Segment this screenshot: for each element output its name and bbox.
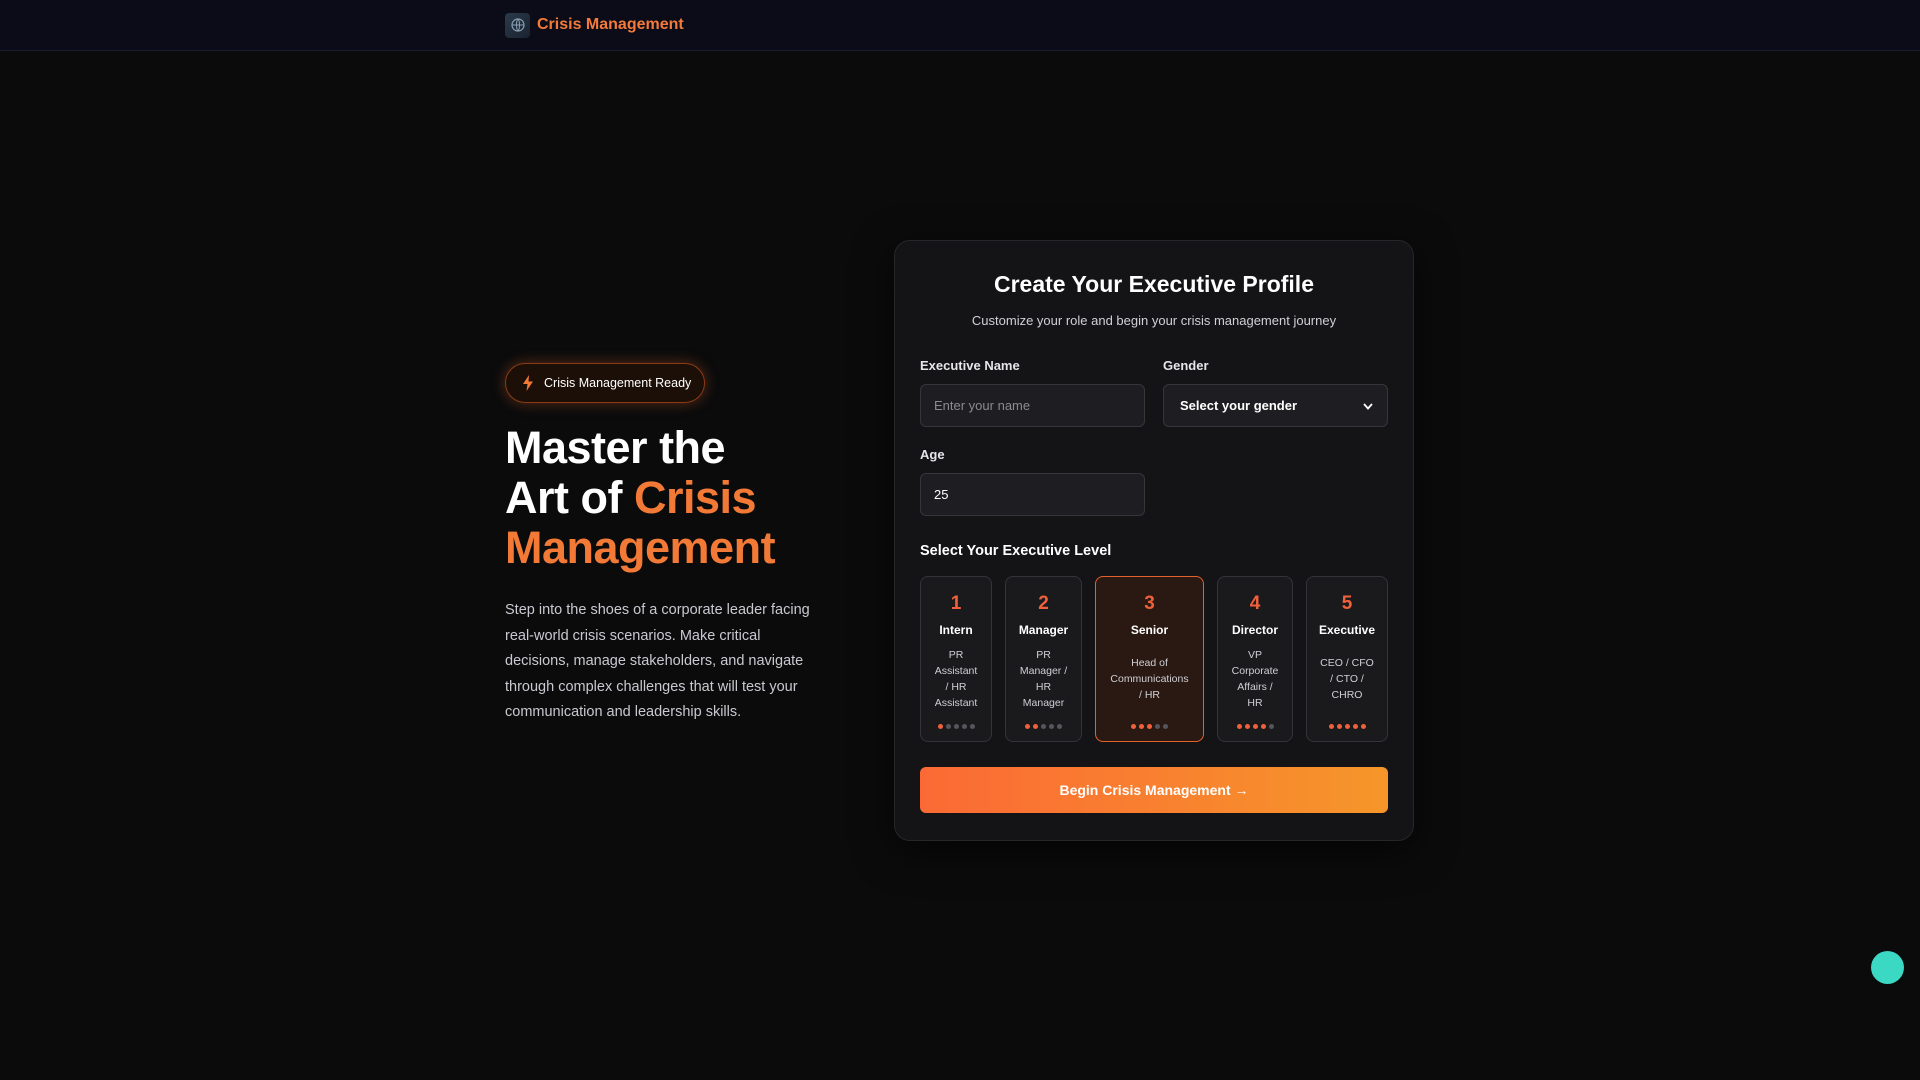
level-dot-empty	[961, 724, 967, 729]
level-dot-empty	[953, 724, 959, 729]
headline-line-1: Master the	[505, 422, 726, 473]
headline-accent-management: Management	[505, 522, 776, 573]
level-dot-filled	[1352, 724, 1358, 729]
level-name: Director	[1231, 623, 1278, 637]
role-line: Corporate	[1231, 665, 1279, 677]
level-dot-filled	[1260, 724, 1266, 729]
page-headline: Master the Art of Crisis Management	[505, 423, 825, 573]
role-line: Assistant	[934, 665, 978, 677]
level-dot-empty	[969, 724, 975, 729]
name-input[interactable]: Enter your name	[920, 384, 1145, 427]
role-line: / HR	[1139, 689, 1160, 701]
level-dot-filled	[1236, 724, 1242, 729]
level-dot-filled	[1131, 724, 1136, 729]
role-line: / HR	[945, 681, 967, 693]
name-label: Executive Name	[920, 358, 1020, 373]
card-subtitle: Customize your role and begin your crisi…	[971, 313, 1337, 328]
level-dot-filled	[1025, 724, 1030, 729]
level-roles: VP Corporate Affairs / HR	[1222, 647, 1288, 711]
level-number: 5	[1341, 593, 1353, 614]
level-dot-empty	[1049, 724, 1054, 729]
role-line: HR	[1247, 697, 1263, 709]
level-dot-filled	[1360, 724, 1366, 729]
floating-action-button[interactable]	[1871, 951, 1904, 984]
gender-select[interactable]: Select your gender	[1163, 384, 1388, 427]
headline-line-2: Art of	[505, 472, 634, 523]
level-dot-empty	[1057, 724, 1062, 729]
role-line: Communications	[1110, 673, 1189, 685]
level-dot-empty	[945, 724, 951, 729]
lightning-icon	[522, 375, 534, 391]
level-dot-filled	[1244, 724, 1250, 729]
begin-crisis-management-button[interactable]: Begin Crisis Management →	[920, 767, 1388, 813]
top-navigation-bar: Crisis Management	[0, 0, 1920, 51]
chevron-down-icon	[1363, 398, 1373, 413]
role-line: HR	[1035, 681, 1052, 693]
level-dot-empty	[1041, 724, 1046, 729]
level-number: 4	[1249, 593, 1261, 614]
level-roles: PR Manager / HR Manager	[1010, 647, 1077, 711]
role-line: Manager /	[1019, 665, 1068, 677]
age-input[interactable]: 25	[920, 473, 1145, 516]
level-dot-filled	[937, 724, 943, 729]
level-indicator	[1006, 724, 1081, 729]
role-line: PR	[1036, 649, 1051, 661]
level-name: Executive	[1318, 623, 1376, 637]
level-name: Senior	[1130, 623, 1169, 637]
level-card-executive[interactable]: 5 Executive CEO / CFO / CTO / CHRO	[1306, 576, 1388, 742]
level-number: 3	[1144, 593, 1155, 614]
hero-description: Step into the shoes of a corporate leade…	[505, 602, 810, 720]
level-name: Manager	[1018, 623, 1069, 637]
badge-label: Crisis Management Ready	[544, 376, 692, 390]
headline-accent-crisis: Crisis	[633, 472, 757, 523]
level-dot-empty	[1163, 724, 1168, 729]
level-dot-empty	[1155, 724, 1160, 729]
brand[interactable]: Crisis Management	[505, 12, 684, 38]
role-line: / CTO /	[1330, 673, 1364, 685]
level-number: 2	[1038, 593, 1049, 614]
level-name: Intern	[939, 623, 973, 637]
role-line: CEO / CFO	[1320, 657, 1374, 669]
role-line: Manager	[1022, 697, 1065, 709]
globe-logo-icon	[505, 12, 530, 38]
role-line: VP	[1247, 649, 1262, 661]
level-dot-filled	[1147, 724, 1152, 729]
role-line: CHRO	[1331, 689, 1363, 701]
level-indicator	[921, 724, 991, 729]
status-badge: Crisis Management Ready	[505, 363, 706, 403]
level-dot-filled	[1033, 724, 1038, 729]
level-card-senior[interactable]: 3 Senior Head of Communications / HR	[1095, 576, 1204, 742]
level-card-intern[interactable]: 1 Intern PR Assistant / HR Assistant	[920, 576, 992, 742]
level-dot-empty	[1268, 724, 1274, 729]
level-indicator	[1218, 724, 1292, 729]
level-dot-filled	[1252, 724, 1258, 729]
level-roles: Head of Communications / HR	[1100, 655, 1199, 703]
app-title: Crisis Management	[537, 16, 684, 33]
gender-select-value: Select your gender	[1180, 398, 1298, 413]
level-dot-filled	[1344, 724, 1350, 729]
level-dot-filled	[1139, 724, 1144, 729]
hero-section: Crisis Management Ready Master the Art o…	[505, 363, 825, 726]
level-card-director[interactable]: 4 Director VP Corporate Affairs / HR	[1217, 576, 1293, 742]
level-roles: CEO / CFO / CTO / CHRO	[1311, 655, 1383, 703]
levels-title: Select Your Executive Level	[920, 543, 1112, 559]
level-dot-filled	[1328, 724, 1334, 729]
age-label: Age	[920, 447, 945, 462]
level-indicator	[1096, 724, 1203, 729]
gender-label: Gender	[1163, 358, 1209, 373]
level-roles: PR Assistant / HR Assistant	[925, 647, 987, 711]
card-title: Create Your Executive Profile	[993, 271, 1314, 297]
level-card-manager[interactable]: 2 Manager PR Manager / HR Manager	[1005, 576, 1082, 742]
role-line: Affairs /	[1237, 681, 1273, 693]
role-line: Head of	[1131, 657, 1168, 669]
role-line: PR	[948, 649, 964, 661]
executive-profile-card: Create Your Executive Profile Customize …	[894, 240, 1414, 841]
level-number: 1	[950, 593, 962, 614]
role-line: Assistant	[934, 697, 978, 709]
level-indicator	[1307, 724, 1387, 729]
level-dot-filled	[1336, 724, 1342, 729]
